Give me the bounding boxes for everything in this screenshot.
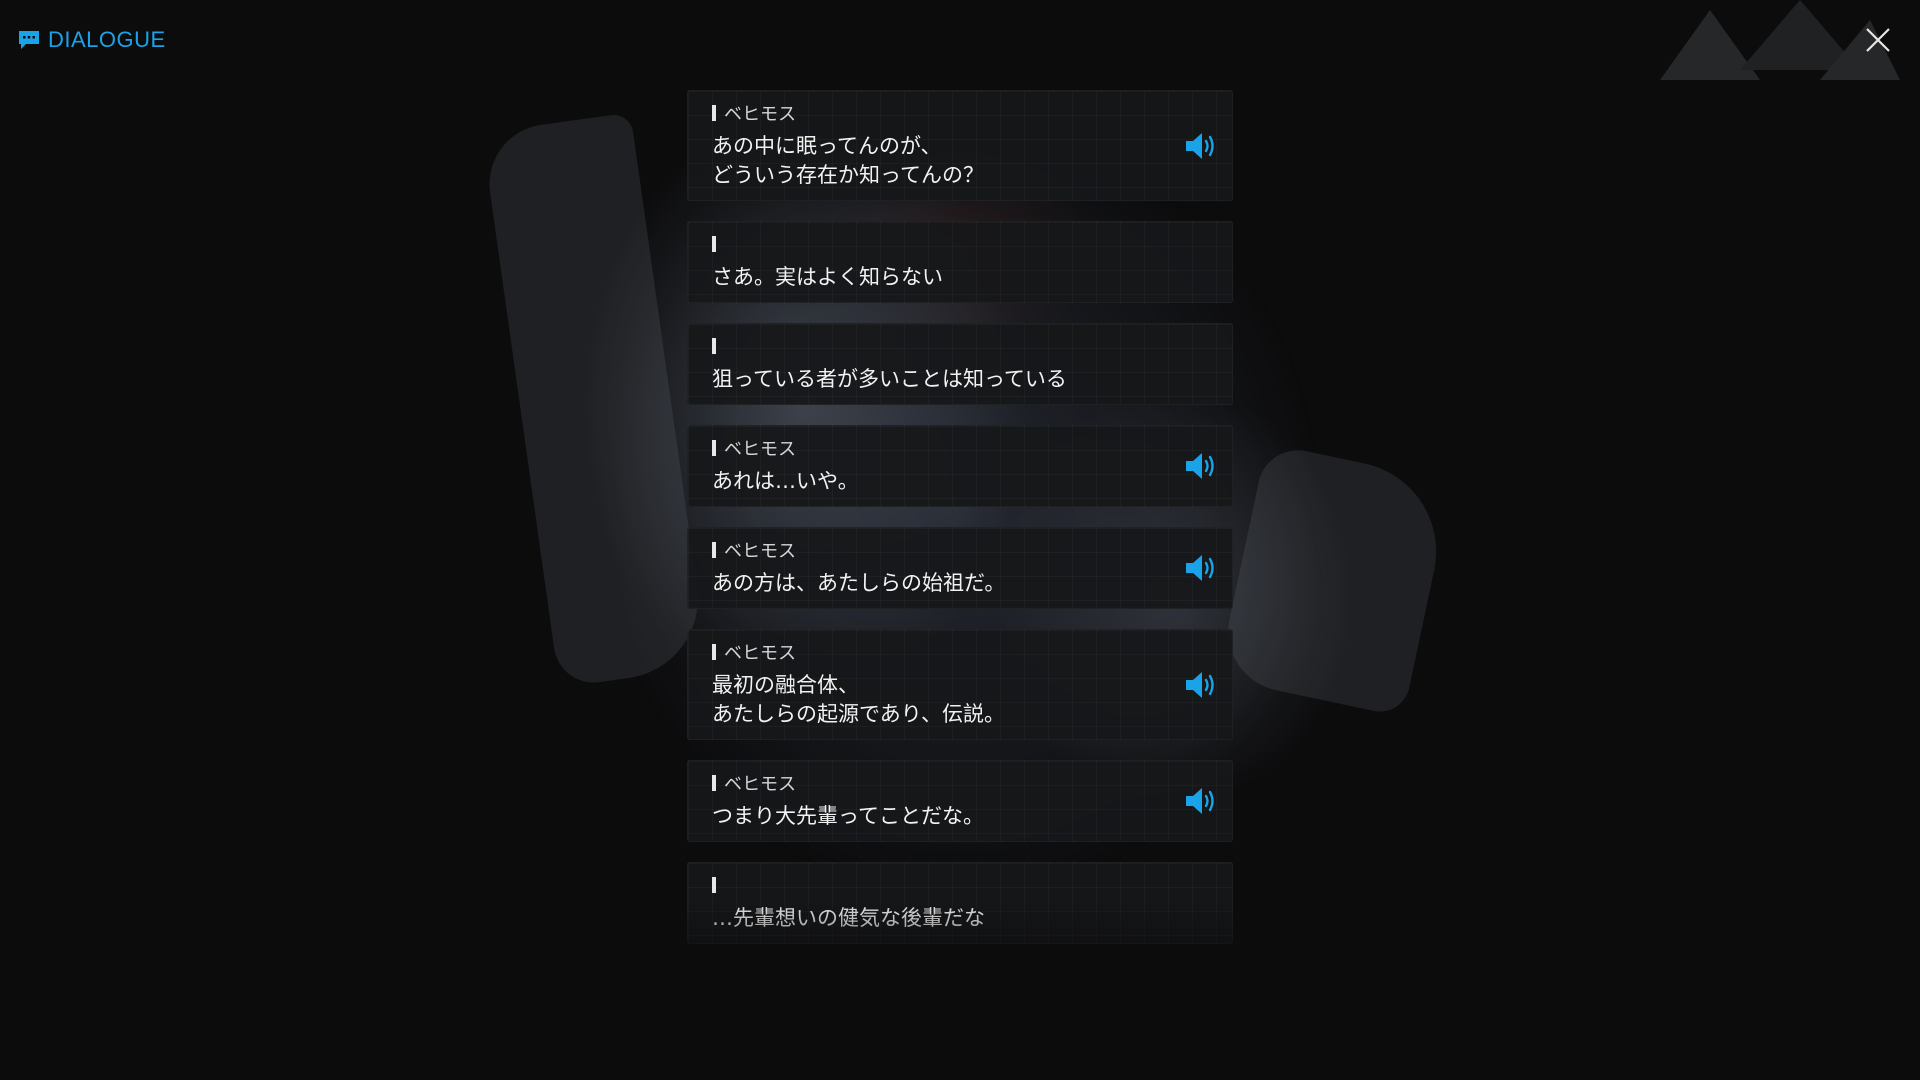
speaker-name: ベヒモス (724, 104, 796, 125)
dialogue-text: あれは…いや。 (712, 469, 859, 493)
speaker-row: ベヒモス (712, 437, 1208, 460)
dialogue-entry: ベヒモス最初の融合体、 あたしらの起源であり、伝説。 (687, 629, 1233, 740)
speaker-volume-icon[interactable] (1184, 553, 1220, 583)
speaker-name: ベヒモス (724, 439, 796, 460)
speaker-row: ベヒモス (712, 539, 1208, 562)
speaker-volume-icon[interactable] (1184, 786, 1220, 816)
speaker-row: ベヒモス (712, 641, 1208, 664)
speaker-marker (712, 236, 716, 252)
dialogue-log-screen: DIALOGUE ベヒモス あの中に眠ってんのが、 どういう存在か知ってんの？ さあ… (0, 0, 1920, 1080)
speaker-marker (712, 105, 716, 121)
speaker-name: ベヒモス (724, 774, 796, 795)
speaker-row: ベヒモス (712, 102, 1208, 125)
dialogue-text: あの中に眠ってんのが、 どういう存在か知ってんの？ (712, 134, 984, 187)
speaker-marker (712, 338, 716, 354)
dialogue-text: 最初の融合体、 あたしらの起源であり、伝説。 (712, 673, 1005, 726)
speaker-marker (712, 542, 716, 558)
dialogue-entry: ベヒモスつまり大先輩ってことだな。 (687, 760, 1233, 842)
speaker-volume-icon[interactable] (1184, 131, 1220, 161)
dialogue-text: …先輩想いの健気な後輩だな (712, 906, 985, 930)
dialogue-entry: 狙っている者が多いことは知っている (687, 323, 1233, 405)
speaker-name: ベヒモス (724, 643, 796, 664)
dialogue-text: 狙っている者が多いことは知っている (712, 367, 1067, 391)
speaker-row (712, 335, 1208, 357)
speaker-row (712, 874, 1208, 896)
chat-bubble-icon (19, 31, 39, 49)
dialogue-entry: ベヒモスあの中に眠ってんのが、 どういう存在か知ってんの？ (687, 90, 1233, 201)
speaker-marker (712, 877, 716, 893)
screen-title: DIALOGUE (18, 27, 166, 53)
dialogue-entry: さあ。実はよく知らない (687, 221, 1233, 303)
dialogue-entry: …先輩想いの健気な後輩だな (687, 862, 1233, 944)
speaker-row (712, 233, 1208, 255)
dialogue-entry: ベヒモスあれは…いや。 (687, 425, 1233, 507)
dialogue-entry: ベヒモスあの方は、あたしらの始祖だ。 (687, 527, 1233, 609)
dialogue-text: つまり大先輩ってことだな。 (712, 804, 984, 828)
screen-title-label: DIALOGUE (48, 27, 166, 52)
speaker-volume-icon[interactable] (1184, 451, 1220, 481)
dialogue-text: さあ。実はよく知らない (712, 265, 943, 289)
speaker-row: ベヒモス (712, 772, 1208, 795)
speaker-marker (712, 440, 716, 456)
speaker-marker (712, 775, 716, 791)
speaker-volume-icon[interactable] (1184, 670, 1220, 700)
dialogue-text: あの方は、あたしらの始祖だ。 (712, 571, 1006, 595)
speaker-marker (712, 644, 716, 660)
close-icon[interactable] (1862, 24, 1894, 56)
dialogue-log-list[interactable]: ベヒモス あの中に眠ってんのが、 どういう存在か知ってんの？ さあ。実はよく知らない… (687, 90, 1233, 964)
speaker-name: ベヒモス (724, 541, 796, 562)
